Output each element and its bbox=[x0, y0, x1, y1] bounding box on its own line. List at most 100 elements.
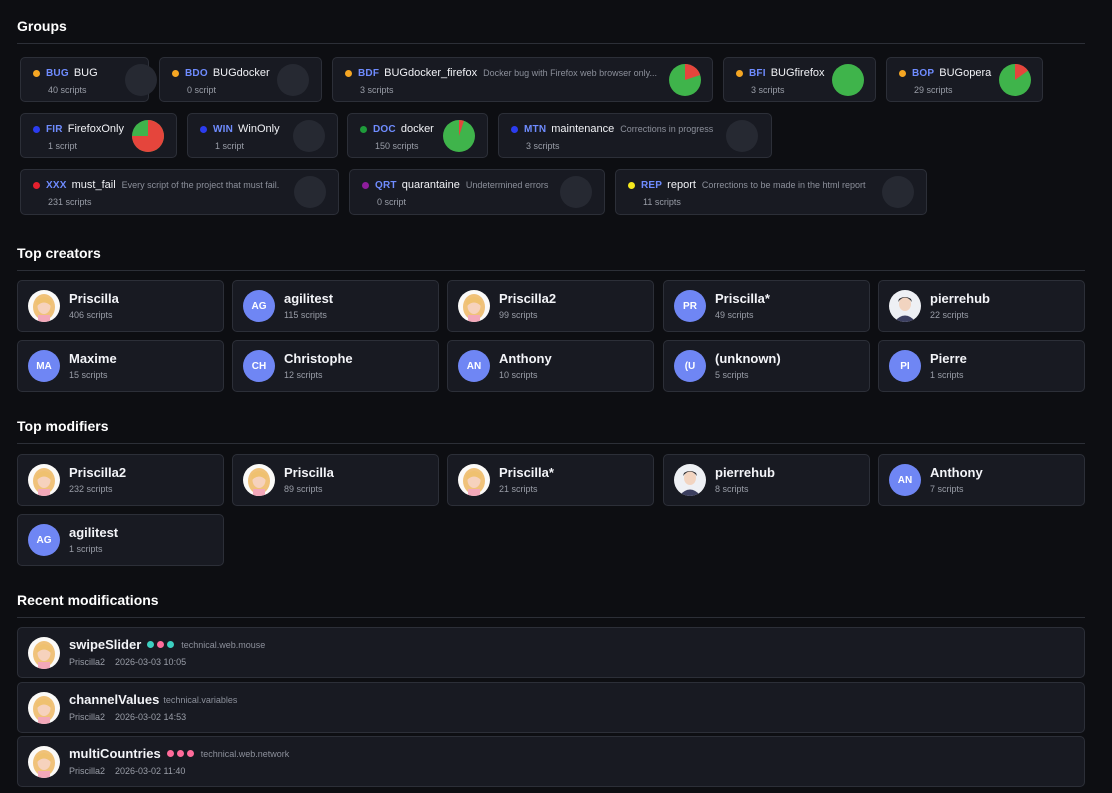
group-code: WIN bbox=[213, 123, 234, 135]
group-code: BDO bbox=[185, 67, 208, 79]
status-dots bbox=[147, 641, 177, 648]
avatar: (U bbox=[674, 350, 706, 382]
user-name: agilitest bbox=[69, 525, 119, 540]
user-script-count: 115 scripts bbox=[284, 310, 327, 320]
status-dot bbox=[147, 641, 155, 648]
status-dot bbox=[167, 641, 175, 648]
avatar: AN bbox=[889, 464, 921, 496]
script-name[interactable]: multiCountries bbox=[69, 746, 161, 761]
user-name: Priscilla2 bbox=[499, 291, 557, 306]
pie-background bbox=[882, 176, 914, 208]
group-pie-chart bbox=[726, 120, 758, 152]
modifiers-card[interactable]: AN Anthony 7 scripts bbox=[878, 454, 1085, 506]
user-name: Christophe bbox=[284, 351, 353, 366]
group-name: docker bbox=[400, 123, 434, 135]
script-name[interactable]: swipeSlider bbox=[69, 637, 141, 652]
user-name: Priscilla* bbox=[499, 465, 554, 480]
group-card-xxx[interactable]: XXX must_fail Every script of the project … bbox=[20, 169, 339, 215]
group-status-dot bbox=[33, 69, 40, 77]
group-header: BUG BUG bbox=[33, 67, 98, 79]
user-name: agilitest bbox=[284, 291, 334, 306]
group-code: MTN bbox=[524, 123, 547, 135]
creators-card[interactable]: PI Pierre 1 scripts bbox=[878, 340, 1085, 392]
group-status-dot bbox=[33, 181, 40, 189]
group-code: REP bbox=[641, 179, 663, 191]
creators-card[interactable]: pierrehub 22 scripts bbox=[878, 280, 1085, 332]
creators-card[interactable]: AN Anthony 10 scripts bbox=[447, 340, 654, 392]
group-pie-chart bbox=[832, 64, 864, 96]
group-header: BOP BUGopera bbox=[899, 67, 991, 79]
creators-card[interactable]: Priscilla2 99 scripts bbox=[447, 280, 654, 332]
creators-card[interactable]: MA Maxime 15 scripts bbox=[17, 340, 224, 392]
modifiers-card[interactable]: AG agilitest 1 scripts bbox=[17, 514, 224, 566]
user-name: Pierre bbox=[930, 351, 967, 366]
group-card-bdf[interactable]: BDF BUGdocker_firefox Docker bug with Fire… bbox=[332, 57, 713, 102]
group-script-count: 0 script bbox=[377, 197, 407, 207]
group-header: WIN WinOnly bbox=[200, 123, 280, 135]
group-header: BDO BUGdocker bbox=[172, 67, 270, 79]
modifiers-card[interactable]: Priscilla 89 scripts bbox=[232, 454, 439, 506]
user-script-count: 22 scripts bbox=[930, 310, 969, 320]
creators-card[interactable]: CH Christophe 12 scripts bbox=[232, 340, 439, 392]
group-name: quarantaine bbox=[401, 179, 460, 191]
user-script-count: 406 scripts bbox=[69, 310, 113, 320]
top-creators-section: Top creators bbox=[17, 245, 1085, 271]
group-name: BUGfirefox bbox=[770, 67, 825, 79]
recent-title: swipeSlider technical.web.mouse bbox=[69, 637, 265, 652]
group-description: Corrections in progress bbox=[620, 124, 714, 134]
user-script-count: 49 scripts bbox=[715, 310, 754, 320]
group-code: XXX bbox=[46, 179, 67, 191]
script-name[interactable]: channelValues bbox=[69, 692, 159, 707]
user-name: Anthony bbox=[499, 351, 552, 366]
recent-meta: Priscilla2 2026-03-03 10:05 bbox=[69, 657, 186, 667]
avatar bbox=[458, 464, 490, 496]
recent-row[interactable]: multiCountries technical.web.network Prisc… bbox=[17, 736, 1085, 787]
group-script-count: 1 script bbox=[48, 141, 78, 151]
group-card-mtn[interactable]: MTN maintenance Corrections in progress 3 s… bbox=[498, 113, 772, 158]
modified-date: 2026-03-03 10:05 bbox=[115, 657, 187, 667]
creators-card[interactable]: AG agilitest 115 scripts bbox=[232, 280, 439, 332]
group-pie-chart bbox=[125, 64, 157, 96]
user-script-count: 232 scripts bbox=[69, 484, 113, 494]
avatar bbox=[28, 746, 60, 778]
avatar: AG bbox=[243, 290, 275, 322]
status-dot bbox=[166, 750, 174, 757]
creators-card[interactable]: PR Priscilla* 49 scripts bbox=[663, 280, 870, 332]
group-card-bug[interactable]: BUG BUG 40 scripts bbox=[20, 57, 157, 102]
pie-background bbox=[560, 176, 592, 208]
group-card-bdo[interactable]: BDO BUGdocker 0 script bbox=[159, 57, 322, 102]
group-status-dot bbox=[899, 69, 906, 77]
group-card-doc[interactable]: DOC docker 150 scripts bbox=[347, 113, 488, 158]
group-pie-chart bbox=[294, 176, 326, 208]
group-pie-chart bbox=[443, 120, 475, 152]
group-card-win[interactable]: WIN WinOnly 1 script bbox=[187, 113, 338, 158]
group-card-qrt[interactable]: QRT quarantaine Undetermined errors 0 scrip… bbox=[349, 169, 605, 215]
group-name: BUG bbox=[73, 67, 98, 79]
creators-card[interactable]: (U (unknown) 5 scripts bbox=[663, 340, 870, 392]
group-card-bop[interactable]: BOP BUGopera 29 scripts bbox=[886, 57, 1043, 102]
group-description: Undetermined errors bbox=[465, 180, 549, 190]
avatar bbox=[28, 464, 60, 496]
recent-row[interactable]: channelValues technical.variables Priscill… bbox=[17, 682, 1085, 733]
script-path: technical.variables bbox=[163, 694, 238, 705]
user-script-count: 21 scripts bbox=[499, 484, 538, 494]
group-code: BUG bbox=[46, 67, 69, 79]
group-pie-chart bbox=[132, 120, 164, 152]
group-pie-chart bbox=[669, 64, 701, 96]
group-script-count: 11 scripts bbox=[643, 197, 681, 207]
user-name: Anthony bbox=[930, 465, 983, 480]
pie-background bbox=[726, 120, 758, 152]
recent-row[interactable]: swipeSlider technical.web.mouse Priscilla2… bbox=[17, 627, 1085, 678]
group-name: WinOnly bbox=[238, 123, 280, 135]
top-creators-title: Top creators bbox=[17, 245, 1085, 271]
group-header: MTN maintenance Corrections in progress bbox=[511, 123, 713, 135]
modifiers-card[interactable]: pierrehub 8 scripts bbox=[663, 454, 870, 506]
group-name: must_fail bbox=[71, 179, 116, 191]
creators-card[interactable]: Priscilla 406 scripts bbox=[17, 280, 224, 332]
group-card-rep[interactable]: REP report Corrections to be made in the h… bbox=[615, 169, 927, 215]
group-card-fir[interactable]: FIR FirefoxOnly 1 script bbox=[20, 113, 177, 158]
modifiers-card[interactable]: Priscilla* 21 scripts bbox=[447, 454, 654, 506]
modifiers-card[interactable]: Priscilla2 232 scripts bbox=[17, 454, 224, 506]
group-header: DOC docker bbox=[360, 123, 434, 135]
group-card-bfi[interactable]: BFI BUGfirefox 3 scripts bbox=[723, 57, 876, 102]
